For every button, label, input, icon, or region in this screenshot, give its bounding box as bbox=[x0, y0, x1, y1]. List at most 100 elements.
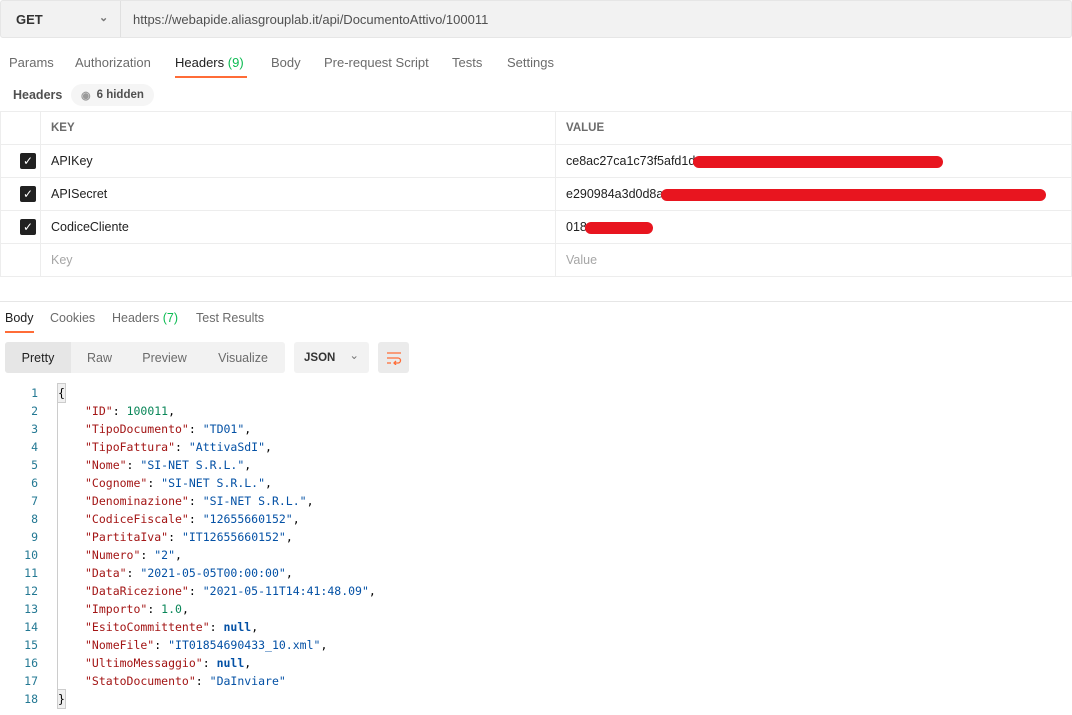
json-key: "ID" bbox=[85, 404, 113, 418]
redaction-mark bbox=[693, 155, 944, 168]
view-preview[interactable]: Preview bbox=[128, 342, 201, 373]
comma: , bbox=[292, 512, 300, 526]
wrap-lines-button[interactable] bbox=[378, 342, 409, 373]
tab-headers[interactable]: Headers (9) bbox=[175, 55, 244, 70]
tab-pre-request-script[interactable]: Pre-request Script bbox=[324, 55, 429, 70]
gutter bbox=[38, 528, 58, 546]
comma: , bbox=[265, 476, 272, 490]
gutter bbox=[38, 420, 58, 438]
new-key-input[interactable]: Key bbox=[40, 243, 556, 277]
tab-label: Headers bbox=[112, 311, 160, 325]
tab-authorization[interactable]: Authorization bbox=[75, 55, 151, 70]
key-column-header: KEY bbox=[40, 111, 556, 145]
table-row: ✓ CodiceCliente 018 bbox=[0, 210, 1072, 244]
header-value[interactable]: 018 bbox=[555, 210, 1072, 244]
json-key: "EsitoCommittente" bbox=[85, 620, 210, 634]
line-number: 14 bbox=[24, 620, 38, 634]
tab-settings[interactable]: Settings bbox=[507, 55, 554, 70]
format-dropdown[interactable]: JSON ⌄ bbox=[294, 342, 369, 373]
url-input[interactable]: https://webapide.aliasgrouplab.it/api/Do… bbox=[133, 12, 488, 27]
table-row: ✓ APISecret e290984a3d0d8a bbox=[0, 177, 1072, 211]
code-line: 15 "NomeFile": "IT01854690433_10.xml", bbox=[0, 636, 376, 654]
json-value: "SI-NET S.R.L." bbox=[161, 476, 266, 490]
line-number: 9 bbox=[31, 530, 38, 544]
comma: , bbox=[306, 494, 314, 508]
response-body-code[interactable]: 1{2 "ID": 100011, 3 "TipoDocumento": "TD01"… bbox=[0, 383, 376, 709]
json-value: "2021-05-11T14:41:48.09" bbox=[202, 584, 369, 598]
format-label: JSON bbox=[304, 351, 336, 364]
gutter bbox=[38, 474, 58, 492]
json-value: 100011 bbox=[126, 404, 169, 418]
code-line: 17 "StatoDocumento": "DaInviare" bbox=[0, 672, 376, 690]
view-visualize[interactable]: Visualize bbox=[201, 342, 285, 373]
comma: , bbox=[265, 440, 272, 454]
comma: , bbox=[251, 620, 259, 634]
code-line: 12 "DataRicezione": "2021-05-11T14:41:48.… bbox=[0, 582, 376, 600]
code-line: 13 "Importo": 1.0, bbox=[0, 600, 376, 618]
gutter bbox=[38, 582, 58, 600]
header-value[interactable]: ce8ac27ca1c73f5afd1d bbox=[555, 144, 1072, 178]
value-column-header: VALUE bbox=[555, 111, 1072, 145]
tab-params[interactable]: Params bbox=[9, 55, 54, 70]
comma: , bbox=[175, 548, 182, 562]
line-number: 5 bbox=[31, 458, 38, 472]
value-text: 018 bbox=[566, 220, 587, 234]
code-line: 7 "Denominazione": "SI-NET S.R.L.", bbox=[0, 492, 376, 510]
table-row: ✓ APIKey ce8ac27ca1c73f5afd1d bbox=[0, 144, 1072, 178]
comma: , bbox=[320, 638, 328, 652]
json-value: "IT12655660152" bbox=[181, 530, 286, 544]
response-tab-body[interactable]: Body bbox=[5, 311, 34, 325]
pane-divider[interactable] bbox=[0, 301, 1072, 302]
json-key: "TipoDocumento" bbox=[85, 422, 189, 436]
table-row-new: Key Value bbox=[0, 243, 1072, 277]
comma: , bbox=[368, 584, 376, 598]
checkbox-apikey[interactable]: ✓ bbox=[20, 153, 36, 169]
json-key: "UltimoMessaggio" bbox=[85, 656, 203, 670]
view-raw[interactable]: Raw bbox=[71, 342, 128, 373]
code-line: 11 "Data": "2021-05-05T00:00:00", bbox=[0, 564, 376, 582]
json-value: "AttivaSdI" bbox=[188, 440, 266, 454]
code-line: 3 "TipoDocumento": "TD01", bbox=[0, 420, 376, 438]
comma: , bbox=[168, 404, 176, 418]
json-key: "TipoFattura" bbox=[85, 440, 176, 454]
gutter bbox=[38, 492, 58, 510]
line-number: 18 bbox=[24, 692, 38, 706]
checkbox-apisecret[interactable]: ✓ bbox=[20, 186, 36, 202]
code-line: 9 "PartitaIva": "IT12655660152", bbox=[0, 528, 376, 546]
new-value-input[interactable]: Value bbox=[555, 243, 1072, 277]
code-line: 10 "Numero": "2", bbox=[0, 546, 376, 564]
response-tab-cookies[interactable]: Cookies bbox=[50, 311, 95, 325]
line-number: 8 bbox=[31, 512, 38, 526]
chevron-down-icon: ⌄ bbox=[349, 350, 359, 362]
line-number: 15 bbox=[24, 638, 38, 652]
active-tab-underline bbox=[5, 331, 34, 333]
tab-tests[interactable]: Tests bbox=[452, 55, 482, 70]
response-tab-test-results[interactable]: Test Results bbox=[196, 311, 264, 325]
code-line: 5 "Nome": "SI-NET S.R.L.", bbox=[0, 456, 376, 474]
gutter bbox=[38, 672, 58, 690]
header-key[interactable]: APIKey bbox=[40, 144, 556, 178]
checkbox-codicecliente[interactable]: ✓ bbox=[20, 219, 36, 235]
header-key[interactable]: APISecret bbox=[40, 177, 556, 211]
redaction-mark bbox=[661, 188, 1047, 201]
json-value: null bbox=[223, 620, 252, 634]
hidden-headers-toggle[interactable]: ◉ 6 hidden bbox=[71, 84, 154, 106]
json-value: "12655660152" bbox=[202, 512, 293, 526]
gutter bbox=[38, 546, 58, 564]
line-number: 13 bbox=[24, 602, 38, 616]
gutter bbox=[38, 636, 58, 654]
gutter bbox=[38, 600, 58, 618]
chevron-down-icon: ⌄ bbox=[99, 12, 109, 24]
header-key[interactable]: CodiceCliente bbox=[40, 210, 556, 244]
gutter bbox=[38, 690, 58, 708]
code-line: 18} bbox=[0, 689, 376, 709]
gutter bbox=[38, 384, 58, 402]
checkbox-column-header bbox=[0, 111, 41, 145]
active-tab-underline bbox=[175, 76, 247, 78]
tab-body[interactable]: Body bbox=[271, 55, 301, 70]
method-select[interactable]: GET ⌄ bbox=[1, 1, 121, 37]
header-value[interactable]: e290984a3d0d8a bbox=[555, 177, 1072, 211]
response-tab-headers[interactable]: Headers (7) bbox=[112, 311, 178, 325]
json-key: "Cognome" bbox=[85, 476, 148, 490]
view-pretty[interactable]: Pretty bbox=[5, 342, 71, 373]
